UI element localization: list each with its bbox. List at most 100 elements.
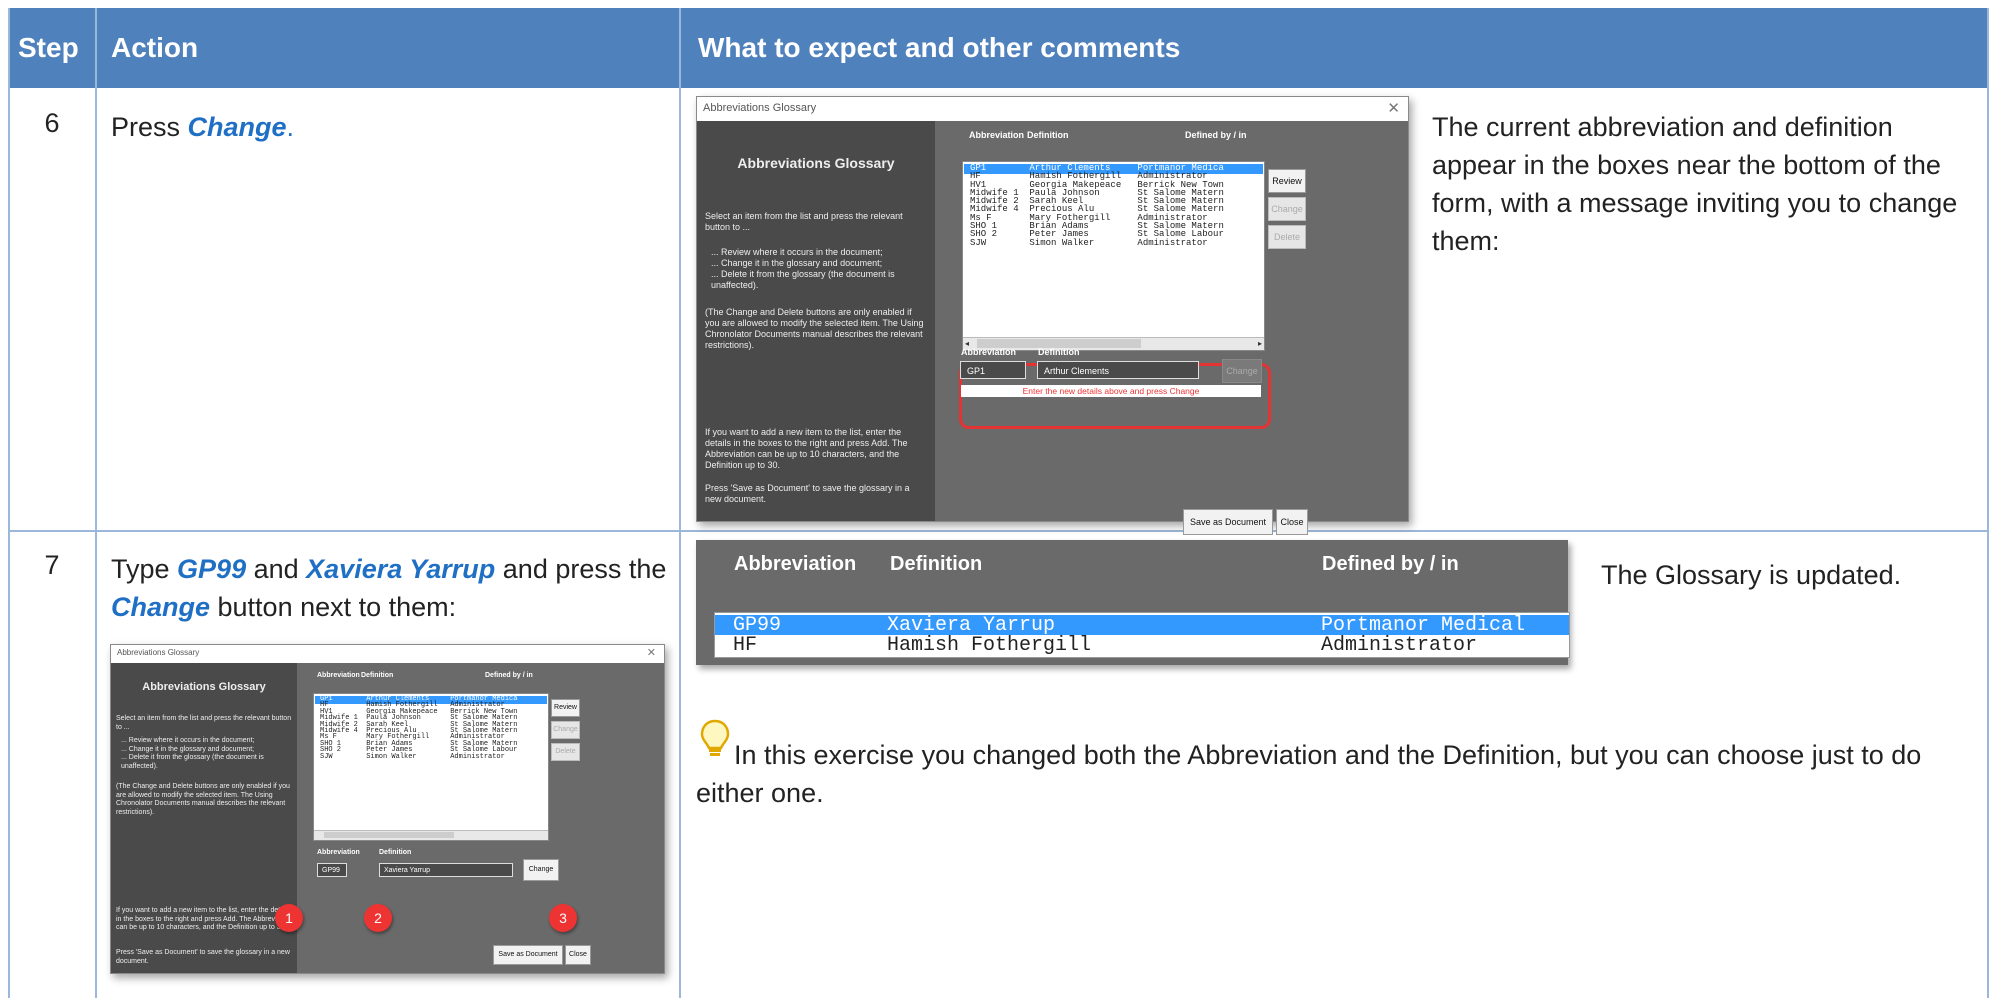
definition-input[interactable]: Arthur Clements — [1037, 361, 1199, 379]
abbreviation-input[interactable]: GP99 — [317, 863, 347, 877]
action-keyword: Xaviera Yarrup — [306, 554, 496, 584]
table-header: Step Action What to expect and other com… — [8, 8, 1989, 88]
action-keyword: GP99 — [177, 554, 247, 584]
col-defined-by: Defined by / in — [485, 672, 533, 679]
definition-input[interactable]: Xaviera Yarrup — [379, 863, 513, 877]
list-item[interactable]: SJW Simon Walker Administrator — [970, 238, 1224, 247]
horizontal-scrollbar[interactable] — [314, 830, 548, 840]
dialog-titlebar: Abbreviations Glossary ✕ — [697, 97, 1408, 121]
action-text: button next to them: — [210, 592, 457, 622]
save-as-document-button[interactable]: Save as Document — [493, 945, 563, 965]
action-text: Press — [111, 112, 188, 142]
close-icon[interactable]: ✕ — [1387, 99, 1400, 117]
action-text: and — [246, 554, 307, 584]
help-intro: Select an item from the list and press t… — [116, 715, 292, 731]
dialog-title: Abbreviations Glossary — [117, 648, 200, 657]
col-definition: Definition — [890, 553, 983, 575]
step-action: Type GP99 and Xaviera Yarrup and press t… — [111, 550, 671, 626]
grid-line — [95, 8, 97, 998]
list-item[interactable]: SJW Simon Walker Administrator — [320, 753, 517, 760]
action-keyword: Change — [111, 592, 211, 622]
step-action: Press Change. — [111, 108, 671, 146]
glossary-list[interactable]: GP1 Arthur Clements Portmanor Medica HF H… — [962, 161, 1265, 351]
edit-change-button[interactable]: Change — [523, 859, 559, 881]
help-note: (The Change and Delete buttons are only … — [116, 783, 290, 816]
glossary-dialog-small: Abbreviations Glossary ✕ Abbreviations G… — [110, 644, 665, 974]
help-bullet: ... Delete it from the glossary (the doc… — [711, 269, 895, 290]
help-intro: Select an item from the list and press t… — [705, 211, 903, 232]
dialog-titlebar: Abbreviations Glossary ✕ — [111, 645, 664, 663]
review-button[interactable]: Review — [551, 699, 580, 717]
dialog-heading: Abbreviations Glossary — [142, 681, 266, 693]
dialog-help-panel: Abbreviations Glossary Select an item fr… — [697, 121, 935, 521]
help-save: Press 'Save as Document' to save the glo… — [116, 949, 290, 965]
change-button[interactable]: Change — [1268, 197, 1306, 221]
glossary-list[interactable]: GP1 Arthur Clements Portmanor Medica HF H… — [313, 693, 549, 841]
updated-list[interactable]: GP99 Xaviera Yarrup Portmanor Medical HF… — [714, 612, 1570, 658]
tip-text: In this exercise you changed both the Ab… — [696, 740, 1922, 808]
help-note: (The Change and Delete buttons are only … — [705, 307, 924, 350]
col-defined-by: Defined by / in — [1322, 553, 1459, 575]
col-abbreviation: Abbreviation — [734, 553, 857, 575]
col-definition: Definition — [1027, 130, 1069, 140]
step-marker-3: 3 — [549, 904, 577, 932]
dialog-help-panel: Abbreviations Glossary Select an item fr… — [111, 663, 297, 973]
edit-label-definition: Definition — [1038, 347, 1080, 357]
glossary-rows: GP1 Arthur Clements Portmanor Medica HF H… — [320, 695, 517, 760]
dialog-heading: Abbreviations Glossary — [737, 155, 895, 171]
grid-line — [679, 8, 681, 998]
help-add: If you want to add a new item to the lis… — [705, 427, 908, 470]
instructions-table: Step Action What to expect and other com… — [8, 8, 1989, 998]
delete-button[interactable]: Delete — [1268, 225, 1306, 249]
col-abbreviation: Abbreviation — [317, 672, 360, 679]
step-number: 6 — [44, 108, 60, 138]
save-as-document-button[interactable]: Save as Document — [1183, 509, 1273, 535]
close-button[interactable]: Close — [565, 945, 591, 965]
scroll-right-icon[interactable]: ▸ — [1258, 339, 1262, 348]
glossary-rows: GP1 Arthur Clements Portmanor Medica HF H… — [970, 163, 1224, 247]
row-definition: Hamish Fothergill — [887, 634, 1092, 657]
glossary-dialog: Abbreviations Glossary ✕ Abbreviations G… — [696, 96, 1409, 535]
grid-line — [8, 8, 10, 998]
help-bullet: ... Review where it occurs in the docume… — [711, 247, 883, 257]
edit-change-button[interactable]: Change — [1222, 359, 1262, 383]
row-defined-by: Administrator — [1321, 634, 1478, 657]
change-button[interactable]: Change — [551, 721, 580, 739]
edit-label-abbreviation: Abbreviation — [317, 849, 360, 856]
col-definition: Definition — [361, 672, 394, 679]
edit-label-definition: Definition — [379, 849, 412, 856]
action-keyword: Change — [187, 112, 287, 142]
scrollbar-thumb[interactable] — [324, 832, 454, 838]
close-icon[interactable]: ✕ — [647, 646, 656, 659]
close-button[interactable]: Close — [1276, 509, 1308, 535]
abbreviation-input[interactable]: GP1 — [960, 361, 1026, 379]
dialog-list-panel: Abbreviation Definition Defined by / in … — [935, 121, 1408, 535]
header-expect: What to expect and other comments — [698, 32, 1181, 63]
updated-list-crop: Abbreviation Definition Defined by / in … — [696, 540, 1570, 665]
action-text: Type — [111, 554, 178, 584]
help-bullets: ... Review where it occurs in the docume… — [121, 737, 293, 771]
help-bullet: ... Change it in the glossary and docume… — [711, 258, 883, 268]
dialog-title: Abbreviations Glossary — [703, 102, 817, 114]
help-save: Press 'Save as Document' to save the glo… — [705, 483, 910, 504]
header-action: Action — [111, 32, 199, 63]
help-bullet: ... Change it in the glossary and docume… — [121, 745, 255, 753]
delete-button[interactable]: Delete — [551, 743, 580, 761]
review-button[interactable]: Review — [1268, 169, 1306, 193]
step-comment: The Glossary is updated. — [1601, 560, 1902, 590]
edit-label-abbreviation: Abbreviation — [961, 347, 1017, 357]
edit-message: Enter the new details above and press Ch… — [961, 385, 1261, 397]
col-abbreviation: Abbreviation — [969, 130, 1025, 140]
header-step: Step — [18, 32, 79, 63]
step-marker-2: 2 — [364, 904, 392, 932]
help-add: If you want to add a new item to the lis… — [116, 907, 292, 931]
step-number: 7 — [44, 550, 60, 580]
help-bullets: ... Review where it occurs in the docume… — [711, 247, 925, 291]
dialog-list-panel: Abbreviation Definition Defined by / in … — [297, 663, 664, 973]
step-marker-1: 1 — [275, 904, 303, 932]
row-divider — [8, 530, 1989, 532]
help-bullet: ... Review where it occurs in the docume… — [121, 737, 255, 744]
row-abbreviation: HF — [733, 634, 758, 657]
step-comment: The current abbreviation and definition … — [1432, 112, 1958, 256]
col-defined-by: Defined by / in — [1185, 130, 1247, 140]
